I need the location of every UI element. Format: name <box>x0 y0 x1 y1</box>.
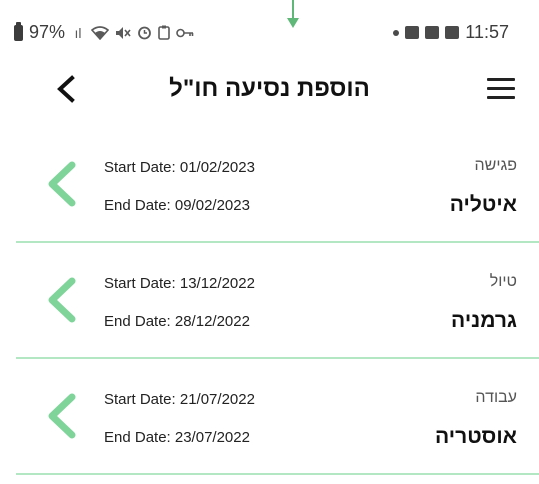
battery-level: 97% <box>29 22 66 42</box>
app-notification-icon <box>405 26 420 39</box>
chevron-left-icon <box>48 277 76 323</box>
trip-type: טיול <box>489 273 517 290</box>
screen: 97% ıl 11:57 הוספת נסיעה חו"ל Start Date… <box>0 0 539 484</box>
arrow-down-icon <box>287 0 299 28</box>
wifi-icon <box>91 25 110 40</box>
hamburger-menu-icon <box>487 78 515 81</box>
status-bar: 97% ıl 11:57 <box>0 0 539 54</box>
key-icon <box>176 28 194 37</box>
mute-icon <box>116 26 131 39</box>
chevron-left-icon <box>48 393 76 439</box>
hamburger-line <box>487 87 515 90</box>
chevron-left-icon <box>48 161 76 207</box>
trip-list: Start Date: 01/02/2023 End Date: 09/02/2… <box>0 127 539 475</box>
menu-button[interactable] <box>487 78 515 100</box>
trip-type: עבודה <box>475 389 517 406</box>
notification-dot-icon <box>393 29 400 36</box>
status-right-group: 11:57 <box>393 22 509 43</box>
battery-icon <box>14 21 23 41</box>
signal-icon: ıl <box>74 24 82 41</box>
trip-type: פגישה <box>474 157 518 174</box>
trip-country: איטליה <box>449 193 517 216</box>
trip-country: אוסטריה <box>435 425 517 448</box>
clipboard-icon <box>158 25 170 40</box>
trip-item-austria[interactable]: Start Date: 21/07/2022 End Date: 23/07/2… <box>0 359 539 475</box>
divider <box>16 473 539 475</box>
alarm-icon <box>138 26 151 40</box>
trip-country: גרמניה <box>451 309 517 332</box>
trip-start-date: Start Date: 01/02/2023 <box>104 159 255 176</box>
clock: 11:57 <box>465 22 509 42</box>
trip-end-date: End Date: 09/02/2023 <box>104 197 250 214</box>
page-title: הוספת נסיעה חו"ל <box>169 75 370 102</box>
message-notification-icon <box>425 26 440 39</box>
app-bar: הוספת נסיעה חו"ל <box>0 60 539 120</box>
trip-item-italy[interactable]: Start Date: 01/02/2023 End Date: 09/02/2… <box>0 127 539 243</box>
trip-start-date: Start Date: 21/07/2022 <box>104 391 255 408</box>
image-notification-icon <box>445 26 460 39</box>
trip-end-date: End Date: 23/07/2022 <box>104 429 250 446</box>
trip-start-date: Start Date: 13/12/2022 <box>104 275 255 292</box>
status-left-group: 97% ıl <box>14 21 194 43</box>
trip-end-date: End Date: 28/12/2022 <box>104 313 250 330</box>
hamburger-line <box>487 96 515 99</box>
trip-item-germany[interactable]: Start Date: 13/12/2022 End Date: 28/12/2… <box>0 243 539 359</box>
